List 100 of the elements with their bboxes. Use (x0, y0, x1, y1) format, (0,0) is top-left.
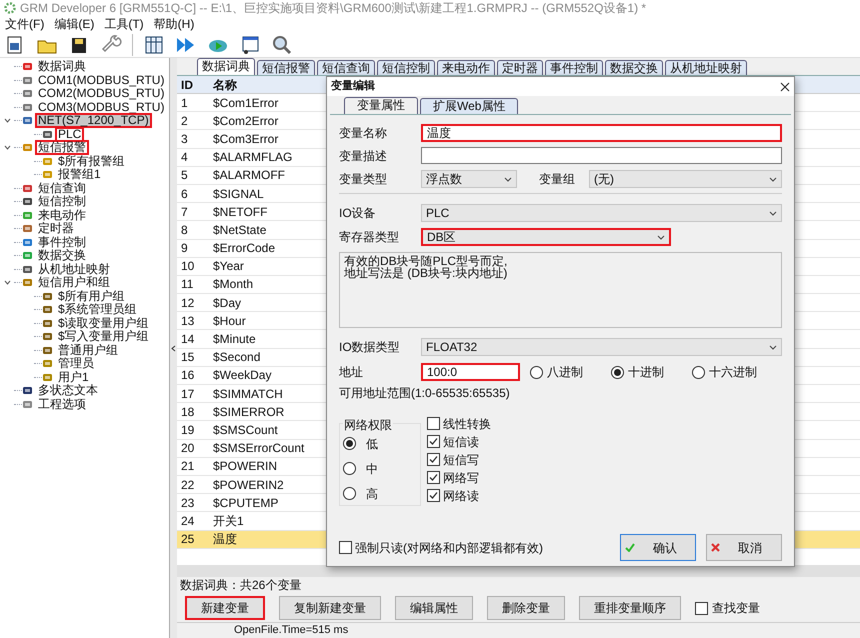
table-cell-text: 开关1 (212, 512, 244, 530)
tab[interactable]: 定时器 (497, 60, 543, 75)
field-label: 地址 (339, 364, 364, 381)
tree-item[interactable]: 用户1 (55, 370, 92, 385)
text-field[interactable]: 温度 (421, 124, 782, 142)
tree-item[interactable]: 事件控制 (35, 234, 89, 250)
field-label: IO数据类型 (339, 339, 401, 356)
radio-button[interactable] (343, 437, 356, 450)
tree-item[interactable]: 来电动作 (35, 208, 89, 223)
dropdown[interactable]: (无) (589, 170, 782, 188)
chevron-down-icon[interactable] (769, 210, 777, 216)
cancel-button[interactable]: 取消 (706, 534, 782, 561)
action-button[interactable]: 删除变量 (487, 596, 565, 620)
menu-item[interactable]: 文件(F) (4, 15, 46, 33)
tree-item[interactable]: 短信控制 (35, 194, 89, 210)
tree-item[interactable]: COM3(MODBUS_RTU) (35, 100, 168, 115)
table-cell-text: $ErrorCode (212, 240, 276, 258)
tree-item[interactable]: COM1(MODBUS_RTU) (35, 72, 168, 88)
dropdown[interactable]: FLOAT32 (421, 338, 782, 356)
table-cell-text: 17 (180, 386, 196, 403)
tab[interactable]: 短信报警 (257, 60, 315, 75)
radio-button[interactable] (692, 366, 705, 378)
expanded-chevron-icon[interactable] (4, 118, 11, 124)
tree-item[interactable]: $系统管理员组 (55, 302, 140, 318)
checkbox-label: 网络读 (443, 488, 479, 504)
tree-item[interactable]: PLC (55, 126, 84, 142)
column-header[interactable]: ID (177, 76, 209, 94)
tree-item[interactable]: $写入变量用户组 (55, 329, 152, 344)
menu-item[interactable]: 编辑(E) (53, 15, 96, 33)
dropdown[interactable]: PLC (421, 204, 782, 222)
expanded-chevron-icon[interactable] (4, 280, 11, 286)
chevron-down-icon[interactable] (657, 234, 665, 240)
dropdown[interactable]: DB区 (421, 228, 671, 246)
tree-item[interactable]: 多状态文本 (35, 383, 101, 398)
chevron-down-icon[interactable] (769, 344, 777, 350)
action-button[interactable]: 复制新建变量 (279, 596, 381, 620)
tree-item[interactable]: 报警组1 (55, 167, 104, 182)
radio-button[interactable] (343, 462, 356, 475)
radio-button[interactable] (530, 366, 543, 378)
tab[interactable]: 扩展Web属性 (420, 98, 518, 114)
search-icon[interactable] (271, 34, 293, 56)
chevron-down-icon[interactable] (504, 176, 512, 182)
tree-item[interactable]: 普通用户组 (55, 342, 121, 358)
radio-label: 高 (366, 486, 378, 502)
action-button[interactable]: 重排变量顺序 (579, 596, 681, 620)
tree-item[interactable]: 管理员 (55, 356, 97, 372)
close-icon[interactable] (780, 82, 790, 92)
table-cell-text: 温度 (212, 531, 237, 548)
table-cell-text: $Second (212, 349, 260, 366)
grid-icon[interactable] (143, 34, 165, 56)
tree-item[interactable]: NET(S7_1200_TCP) (35, 113, 152, 128)
expanded-chevron-icon[interactable] (4, 145, 11, 150)
checkbox[interactable] (427, 489, 440, 502)
checkbox[interactable] (695, 602, 708, 614)
menu-item[interactable]: 帮助(H) (152, 15, 196, 33)
checkbox[interactable] (339, 541, 352, 554)
tree-item[interactable]: 数据词典 (35, 59, 89, 74)
checkbox[interactable] (427, 435, 440, 448)
text-field[interactable] (421, 147, 782, 164)
tree-item[interactable]: 工程选项 (35, 396, 89, 412)
tab[interactable]: 变量属性 (344, 97, 418, 114)
table-cell-text: 14 (180, 331, 196, 348)
tab[interactable]: 数据交换 (605, 60, 663, 75)
close-icon (711, 543, 720, 552)
chevron-down-icon[interactable] (769, 176, 777, 182)
dropdown[interactable]: 浮点数 (421, 170, 517, 188)
action-button[interactable]: 编辑属性 (395, 596, 473, 620)
tree-item[interactable]: 短信查询 (35, 180, 89, 196)
tree-item[interactable]: 短信报警 (35, 140, 89, 156)
table-cell-text: 23 (180, 494, 196, 512)
tab[interactable]: 短信控制 (377, 60, 435, 75)
tree-item[interactable]: COM2(MODBUS_RTU) (35, 86, 168, 102)
tab[interactable]: 事件控制 (545, 60, 603, 75)
tree-item[interactable]: 短信用户和组 (35, 275, 113, 290)
table-cell-text: 25 (180, 531, 196, 548)
table-cell-text: $Hour (212, 312, 246, 330)
tree-item[interactable]: $所有用户组 (55, 288, 128, 304)
tab[interactable]: 数据词典 (197, 58, 255, 75)
table-cell-text: 4 (180, 149, 189, 166)
tree-item[interactable]: $读取变量用户组 (55, 316, 152, 331)
tree-item[interactable]: 数据交换 (35, 248, 89, 264)
column-header[interactable]: 名称 (209, 76, 237, 94)
tree-item[interactable]: 定时器 (35, 221, 77, 236)
checkbox[interactable] (427, 417, 440, 430)
confirm-button[interactable]: 确认 (620, 534, 696, 561)
radio-button[interactable] (611, 366, 624, 378)
action-button[interactable]: 新建变量 (185, 596, 265, 620)
table-cell-text: $NETOFF (212, 204, 268, 221)
checkbox-label: 短信写 (443, 452, 479, 468)
tree-item[interactable]: $所有报警组 (55, 154, 128, 169)
hint-text: 地址写法是 (DB块号:块内地址) (344, 267, 508, 279)
tab[interactable]: 来电动作 (437, 60, 495, 75)
tab[interactable]: 从机地址映射 (665, 60, 747, 75)
radio-button[interactable] (343, 487, 356, 500)
checkbox[interactable] (427, 453, 440, 466)
tree-item[interactable]: 从机地址映射 (35, 262, 113, 277)
text-field[interactable]: 100:0 (421, 363, 520, 381)
tab[interactable]: 短信查询 (317, 60, 375, 75)
menu-item[interactable]: 工具(T) (103, 15, 145, 33)
checkbox[interactable] (427, 471, 440, 484)
